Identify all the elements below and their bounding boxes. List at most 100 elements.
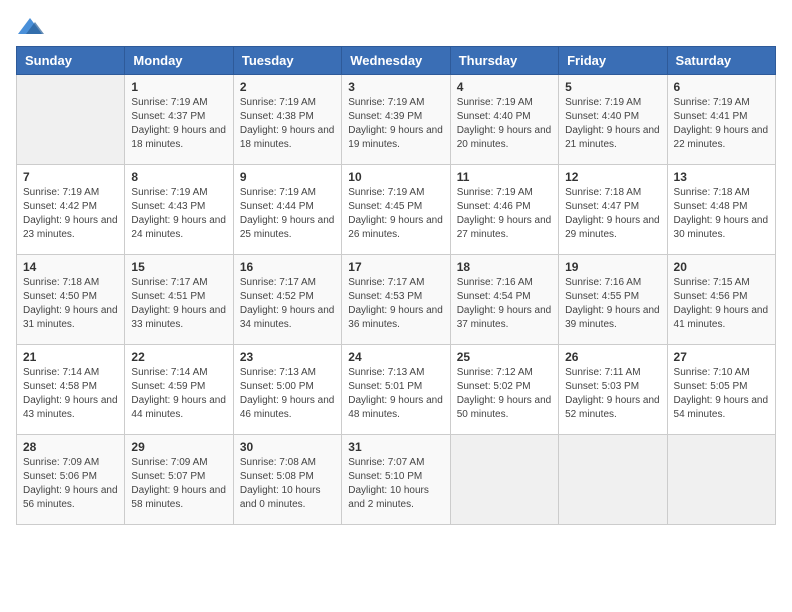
weekday-header: Saturday: [667, 47, 775, 75]
calendar-cell: 28 Sunrise: 7:09 AMSunset: 5:06 PMDayligh…: [17, 435, 125, 525]
calendar-table: SundayMondayTuesdayWednesdayThursdayFrid…: [16, 46, 776, 525]
day-number: 29: [131, 440, 226, 454]
day-number: 19: [565, 260, 660, 274]
day-info: Sunrise: 7:19 AMSunset: 4:40 PMDaylight:…: [565, 96, 660, 152]
day-number: 12: [565, 170, 660, 184]
calendar-cell: 11 Sunrise: 7:19 AMSunset: 4:46 PMDayligh…: [450, 165, 558, 255]
calendar-cell: 22Sunrise: 7:14 AMSunset: 4:59 PMDayligh…: [125, 345, 233, 435]
calendar-cell: 18Sunrise: 7:16 AMSunset: 4:54 PMDayligh…: [450, 255, 558, 345]
calendar-cell: 10Sunrise: 7:19 AMSunset: 4:45 PMDayligh…: [342, 165, 450, 255]
day-number: 25: [457, 350, 552, 364]
logo: [16, 16, 48, 38]
day-info: Sunrise: 7:19 AMSunset: 4:41 PMDaylight:…: [674, 96, 769, 152]
day-info: Sunrise: 7:12 AMSunset: 5:02 PMDaylight:…: [457, 366, 552, 422]
page-header: [16, 16, 776, 38]
day-number: 14: [23, 260, 118, 274]
day-number: 23: [240, 350, 335, 364]
calendar-cell: 17 Sunrise: 7:17 AMSunset: 4:53 PMDayligh…: [342, 255, 450, 345]
calendar-cell: 8 Sunrise: 7:19 AMSunset: 4:43 PMDaylight…: [125, 165, 233, 255]
calendar-cell: 24 Sunrise: 7:13 AMSunset: 5:01 PMDayligh…: [342, 345, 450, 435]
day-number: 11: [457, 170, 552, 184]
calendar-cell: 7Sunrise: 7:19 AMSunset: 4:42 PMDaylight…: [17, 165, 125, 255]
day-info: Sunrise: 7:13 AMSunset: 5:00 PMDaylight:…: [240, 366, 335, 422]
day-number: 30: [240, 440, 335, 454]
day-info: Sunrise: 7:13 AMSunset: 5:01 PMDaylight:…: [348, 366, 443, 422]
weekday-header: Monday: [125, 47, 233, 75]
day-info: Sunrise: 7:18 AMSunset: 4:48 PMDaylight:…: [674, 186, 769, 242]
day-number: 5: [565, 80, 660, 94]
day-info: Sunrise: 7:19 AMSunset: 4:45 PMDaylight:…: [348, 186, 443, 242]
day-info: Sunrise: 7:16 AMSunset: 4:55 PMDaylight:…: [565, 276, 660, 332]
day-info: Sunrise: 7:17 AMSunset: 4:51 PMDaylight:…: [131, 276, 226, 332]
day-info: Sunrise: 7:19 AMSunset: 4:38 PMDaylight:…: [240, 96, 335, 152]
day-info: Sunrise: 7:19 AMSunset: 4:39 PMDaylight:…: [348, 96, 443, 152]
day-number: 15: [131, 260, 226, 274]
day-info: Sunrise: 7:19 AMSunset: 4:37 PMDaylight:…: [131, 96, 226, 152]
day-number: 28: [23, 440, 118, 454]
day-info: Sunrise: 7:10 AMSunset: 5:05 PMDaylight:…: [674, 366, 769, 422]
day-info: Sunrise: 7:17 AMSunset: 4:53 PMDaylight:…: [348, 276, 443, 332]
calendar-cell: 26 Sunrise: 7:11 AMSunset: 5:03 PMDayligh…: [559, 345, 667, 435]
weekday-header: Friday: [559, 47, 667, 75]
day-info: Sunrise: 7:14 AMSunset: 4:58 PMDaylight:…: [23, 366, 118, 422]
day-number: 21: [23, 350, 118, 364]
day-number: 18: [457, 260, 552, 274]
calendar-week-row: 7Sunrise: 7:19 AMSunset: 4:42 PMDaylight…: [17, 165, 776, 255]
day-number: 8: [131, 170, 226, 184]
day-info: Sunrise: 7:19 AMSunset: 4:46 PMDaylight:…: [457, 186, 552, 242]
calendar-cell: 27 Sunrise: 7:10 AMSunset: 5:05 PMDayligh…: [667, 345, 775, 435]
day-info: Sunrise: 7:18 AMSunset: 4:47 PMDaylight:…: [565, 186, 660, 242]
calendar-cell: 9 Sunrise: 7:19 AMSunset: 4:44 PMDaylight…: [233, 165, 341, 255]
day-number: 24: [348, 350, 443, 364]
weekday-header: Tuesday: [233, 47, 341, 75]
day-number: 7: [23, 170, 118, 184]
day-info: Sunrise: 7:18 AMSunset: 4:50 PMDaylight:…: [23, 276, 118, 332]
calendar-cell: 25 Sunrise: 7:12 AMSunset: 5:02 PMDayligh…: [450, 345, 558, 435]
day-info: Sunrise: 7:17 AMSunset: 4:52 PMDaylight:…: [240, 276, 335, 332]
logo-icon: [16, 16, 44, 38]
day-info: Sunrise: 7:19 AMSunset: 4:44 PMDaylight:…: [240, 186, 335, 242]
day-number: 17: [348, 260, 443, 274]
day-number: 31: [348, 440, 443, 454]
day-number: 27: [674, 350, 769, 364]
calendar-cell: 1Sunrise: 7:19 AMSunset: 4:37 PMDaylight…: [125, 75, 233, 165]
day-number: 9: [240, 170, 335, 184]
calendar-week-row: 14 Sunrise: 7:18 AMSunset: 4:50 PMDayligh…: [17, 255, 776, 345]
calendar-cell: 21 Sunrise: 7:14 AMSunset: 4:58 PMDayligh…: [17, 345, 125, 435]
day-info: Sunrise: 7:07 AMSunset: 5:10 PMDaylight:…: [348, 456, 443, 512]
calendar-cell: 23 Sunrise: 7:13 AMSunset: 5:00 PMDayligh…: [233, 345, 341, 435]
calendar-cell: 15 Sunrise: 7:17 AMSunset: 4:51 PMDayligh…: [125, 255, 233, 345]
day-info: Sunrise: 7:19 AMSunset: 4:43 PMDaylight:…: [131, 186, 226, 242]
calendar-week-row: 28 Sunrise: 7:09 AMSunset: 5:06 PMDayligh…: [17, 435, 776, 525]
day-info: Sunrise: 7:14 AMSunset: 4:59 PMDaylight:…: [131, 366, 226, 422]
day-info: Sunrise: 7:09 AMSunset: 5:07 PMDaylight:…: [131, 456, 226, 512]
day-number: 13: [674, 170, 769, 184]
calendar-cell: 31 Sunrise: 7:07 AMSunset: 5:10 PMDayligh…: [342, 435, 450, 525]
calendar-header-row: SundayMondayTuesdayWednesdayThursdayFrid…: [17, 47, 776, 75]
calendar-cell: 12 Sunrise: 7:18 AMSunset: 4:47 PMDayligh…: [559, 165, 667, 255]
calendar-cell: 19 Sunrise: 7:16 AMSunset: 4:55 PMDayligh…: [559, 255, 667, 345]
calendar-cell: 4 Sunrise: 7:19 AMSunset: 4:40 PMDaylight…: [450, 75, 558, 165]
day-number: 3: [348, 80, 443, 94]
calendar-cell: 29 Sunrise: 7:09 AMSunset: 5:07 PMDayligh…: [125, 435, 233, 525]
calendar-cell: [667, 435, 775, 525]
calendar-cell: 6 Sunrise: 7:19 AMSunset: 4:41 PMDaylight…: [667, 75, 775, 165]
calendar-cell: 2 Sunrise: 7:19 AMSunset: 4:38 PMDaylight…: [233, 75, 341, 165]
weekday-header: Wednesday: [342, 47, 450, 75]
day-number: 16: [240, 260, 335, 274]
calendar-week-row: 21 Sunrise: 7:14 AMSunset: 4:58 PMDayligh…: [17, 345, 776, 435]
calendar-cell: 30 Sunrise: 7:08 AMSunset: 5:08 PMDayligh…: [233, 435, 341, 525]
day-info: Sunrise: 7:08 AMSunset: 5:08 PMDaylight:…: [240, 456, 335, 512]
day-number: 26: [565, 350, 660, 364]
day-info: Sunrise: 7:19 AMSunset: 4:40 PMDaylight:…: [457, 96, 552, 152]
day-info: Sunrise: 7:15 AMSunset: 4:56 PMDaylight:…: [674, 276, 769, 332]
day-info: Sunrise: 7:09 AMSunset: 5:06 PMDaylight:…: [23, 456, 118, 512]
weekday-header: Sunday: [17, 47, 125, 75]
day-info: Sunrise: 7:11 AMSunset: 5:03 PMDaylight:…: [565, 366, 660, 422]
day-number: 6: [674, 80, 769, 94]
calendar-cell: [559, 435, 667, 525]
day-number: 2: [240, 80, 335, 94]
day-number: 20: [674, 260, 769, 274]
calendar-cell: 13 Sunrise: 7:18 AMSunset: 4:48 PMDayligh…: [667, 165, 775, 255]
day-number: 4: [457, 80, 552, 94]
